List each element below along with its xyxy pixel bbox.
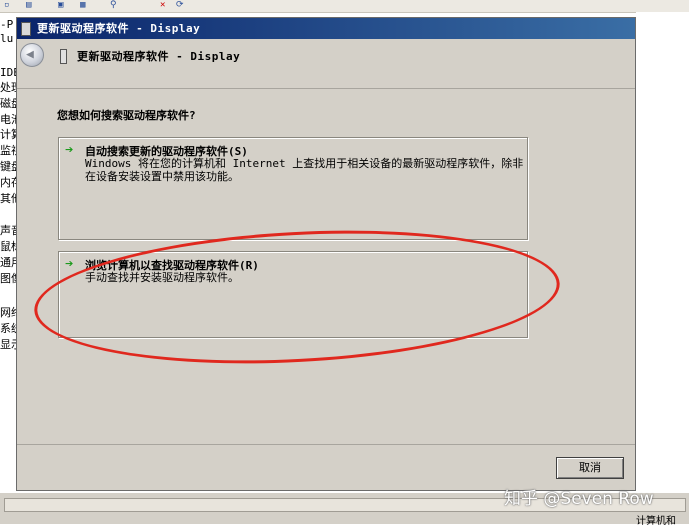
- toolbar-icon[interactable]: ▫: [4, 0, 9, 10]
- device-icon: [60, 49, 67, 64]
- watermark: 知乎 @Seven Row: [504, 489, 654, 509]
- toolbar-icon[interactable]: ⟳: [176, 0, 184, 10]
- cancel-button[interactable]: 取消: [556, 457, 624, 479]
- toolbar-icon[interactable]: ⚲: [110, 0, 117, 10]
- title-bar[interactable]: 更新驱动程序软件 - Display: [17, 18, 635, 39]
- delete-icon[interactable]: ✕: [160, 0, 165, 10]
- header-title: 更新驱动程序软件 - Display: [77, 50, 241, 63]
- divider: [17, 444, 635, 445]
- divider: [17, 88, 635, 89]
- auto-search-option[interactable]: ➔ 自动搜索更新的驱动程序软件(S) Windows 将在您的计算机和 Inte…: [58, 137, 528, 240]
- toolbar-icon[interactable]: ▤: [26, 0, 31, 10]
- wizard-header: ◀ 更新驱动程序软件 - Display: [17, 39, 635, 89]
- question-heading: 您想如何搜索驱动程序软件?: [57, 109, 196, 122]
- device-icon: [21, 22, 31, 36]
- toolbar-icon[interactable]: ▣: [58, 0, 63, 10]
- status-bar-text: 计算机和: [636, 516, 676, 527]
- background-toolbar: ▫ ▤ ▣ ▦ ⚲ ✕ ⟳: [0, 0, 689, 13]
- toolbar-icon[interactable]: ▦: [80, 0, 85, 10]
- back-button[interactable]: ◀: [20, 43, 44, 67]
- back-arrow-icon: ◀: [26, 47, 34, 62]
- green-arrow-icon: ➔: [65, 256, 74, 272]
- window-title: 更新驱动程序软件 - Display: [37, 22, 201, 35]
- background-pane: [636, 12, 689, 492]
- green-arrow-icon: ➔: [65, 142, 74, 158]
- option-description: Windows 将在您的计算机和 Internet 上查找用于相关设备的最新驱动…: [85, 157, 524, 183]
